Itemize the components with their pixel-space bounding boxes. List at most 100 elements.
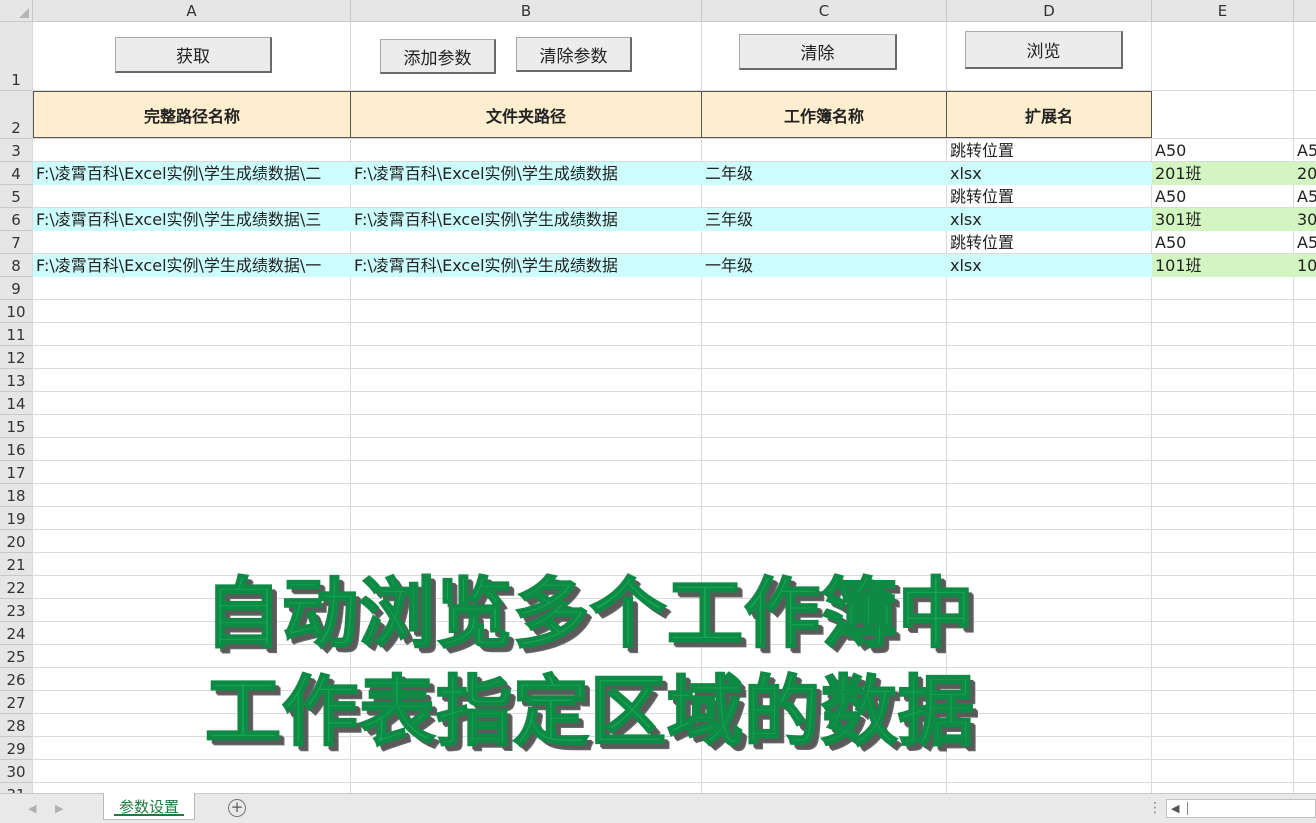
row-header-3[interactable]: 3	[0, 139, 33, 162]
row-header-16[interactable]: 16	[0, 438, 33, 461]
gridline-horizontal	[33, 552, 1316, 553]
overlay-title-line1: 自动浏览多个工作簿中	[204, 568, 975, 659]
row-header-17[interactable]: 17	[0, 461, 33, 484]
row-header-8[interactable]: 8	[0, 254, 33, 277]
row-header-22[interactable]: 22	[0, 576, 33, 599]
column-header-e[interactable]: E	[1152, 0, 1294, 22]
cell-f-top[interactable]: A5	[1294, 231, 1316, 254]
row-header-1[interactable]: 1	[0, 22, 33, 91]
row-header-28[interactable]: 28	[0, 714, 33, 737]
sheet-tab-params[interactable]: 参数设置	[103, 793, 195, 820]
cell-full-path[interactable]: F:\凌霄百科\Excel实例\学生成绩数据\三	[33, 208, 351, 231]
gridline-horizontal	[33, 299, 1316, 300]
cell-folder-path[interactable]: F:\凌霄百科\Excel实例\学生成绩数据	[351, 208, 702, 231]
scroll-left-icon[interactable]: ◀	[1171, 802, 1179, 815]
header-full-path[interactable]: 完整路径名称	[33, 91, 351, 138]
column-header-f[interactable]	[1294, 0, 1316, 22]
gridline-horizontal	[33, 690, 1316, 691]
cell-full-path[interactable]: F:\凌霄百科\Excel实例\学生成绩数据\一	[33, 254, 351, 277]
cell-e-top[interactable]: A50	[1152, 231, 1294, 254]
cell-extension[interactable]: xlsx	[947, 162, 1152, 185]
scroll-thumb[interactable]	[1187, 802, 1188, 815]
row-header-19[interactable]: 19	[0, 507, 33, 530]
cell-f-bottom[interactable]: 10	[1294, 254, 1316, 277]
row-header-6[interactable]: 6	[0, 208, 33, 231]
cell-e-bottom[interactable]: 301班	[1152, 208, 1294, 231]
cell-jump-label[interactable]: 跳转位置	[947, 231, 1152, 254]
prev-sheet-icon[interactable]: ◀	[28, 802, 36, 815]
row-header-26[interactable]: 26	[0, 668, 33, 691]
row-header-10[interactable]: 10	[0, 300, 33, 323]
gridline-horizontal	[33, 782, 1316, 783]
cell-folder-path[interactable]: F:\凌霄百科\Excel实例\学生成绩数据	[351, 254, 702, 277]
horizontal-scrollbar[interactable]: ◀	[1166, 799, 1316, 818]
row-header-9[interactable]: 9	[0, 277, 33, 300]
next-sheet-icon[interactable]: ▶	[55, 802, 63, 815]
cell-e-top[interactable]: A50	[1152, 185, 1294, 208]
browse-button[interactable]: 浏览	[965, 31, 1123, 69]
gridline-horizontal	[33, 391, 1316, 392]
row-header-25[interactable]: 25	[0, 645, 33, 668]
gridline-horizontal	[33, 736, 1316, 737]
row-header-30[interactable]: 30	[0, 760, 33, 783]
gridline-horizontal	[33, 506, 1316, 507]
row-header-21[interactable]: 21	[0, 553, 33, 576]
gridline-horizontal	[33, 460, 1316, 461]
gridline-horizontal	[33, 598, 1316, 599]
cell-e-bottom[interactable]: 101班	[1152, 254, 1294, 277]
cell-extension[interactable]: xlsx	[947, 208, 1152, 231]
gridline-horizontal	[33, 368, 1316, 369]
row-header-27[interactable]: 27	[0, 691, 33, 714]
row-header-12[interactable]: 12	[0, 346, 33, 369]
scroll-splitter-icon[interactable]: ⋮	[1148, 800, 1162, 816]
cell-f-top[interactable]: A5	[1294, 139, 1316, 162]
row-header-24[interactable]: 24	[0, 622, 33, 645]
cell-full-path[interactable]: F:\凌霄百科\Excel实例\学生成绩数据\二	[33, 162, 351, 185]
gridline-horizontal	[33, 437, 1316, 438]
row-header-4[interactable]: 4	[0, 162, 33, 185]
gridline-horizontal	[33, 644, 1316, 645]
row-header-20[interactable]: 20	[0, 530, 33, 553]
row-header-18[interactable]: 18	[0, 484, 33, 507]
gridline-horizontal	[33, 713, 1316, 714]
row-header-13[interactable]: 13	[0, 369, 33, 392]
row-header-23[interactable]: 23	[0, 599, 33, 622]
header-extension[interactable]: 扩展名	[946, 91, 1152, 138]
cell-f-bottom[interactable]: 30	[1294, 208, 1316, 231]
cell-e-bottom[interactable]: 201班	[1152, 162, 1294, 185]
add-params-button[interactable]: 添加参数	[380, 39, 496, 74]
row-header-7[interactable]: 7	[0, 231, 33, 254]
row-header-5[interactable]: 5	[0, 185, 33, 208]
header-workbook-name[interactable]: 工作簿名称	[701, 91, 947, 138]
column-header-a[interactable]: A	[33, 0, 351, 22]
cell-workbook-name[interactable]: 三年级	[702, 208, 947, 231]
select-all-corner[interactable]	[0, 0, 33, 22]
worksheet[interactable]: ABCDE 1 2 3 4 5 6 7 8 9 10 11 12 13 14 15 16 17 18 19 20 21 2…	[0, 0, 1316, 793]
column-header-b[interactable]: B	[351, 0, 702, 22]
row-header-14[interactable]: 14	[0, 392, 33, 415]
header-folder-path[interactable]: 文件夹路径	[350, 91, 702, 138]
cell-f-bottom[interactable]: 20	[1294, 162, 1316, 185]
clear-params-button[interactable]: 清除参数	[516, 37, 632, 72]
gridline-horizontal	[33, 621, 1316, 622]
get-button[interactable]: 获取	[115, 37, 272, 73]
row-header-31[interactable]: 31	[0, 783, 33, 793]
plus-circle-icon[interactable]: +	[228, 799, 246, 817]
cell-extension[interactable]: xlsx	[947, 254, 1152, 277]
cell-workbook-name[interactable]: 二年级	[702, 162, 947, 185]
column-header-c[interactable]: C	[702, 0, 947, 22]
cell-workbook-name[interactable]: 一年级	[702, 254, 947, 277]
row-header-11[interactable]: 11	[0, 323, 33, 346]
gridline-horizontal	[33, 667, 1316, 668]
row-header-15[interactable]: 15	[0, 415, 33, 438]
row-header-2[interactable]: 2	[0, 91, 33, 139]
cell-folder-path[interactable]: F:\凌霄百科\Excel实例\学生成绩数据	[351, 162, 702, 185]
cell-e-top[interactable]: A50	[1152, 139, 1294, 162]
cell-jump-label[interactable]: 跳转位置	[947, 139, 1152, 162]
clear-button[interactable]: 清除	[739, 34, 897, 70]
cell-jump-label[interactable]: 跳转位置	[947, 185, 1152, 208]
gridline-horizontal	[33, 575, 1316, 576]
column-header-d[interactable]: D	[947, 0, 1152, 22]
row-header-29[interactable]: 29	[0, 737, 33, 760]
cell-f-top[interactable]: A5	[1294, 185, 1316, 208]
